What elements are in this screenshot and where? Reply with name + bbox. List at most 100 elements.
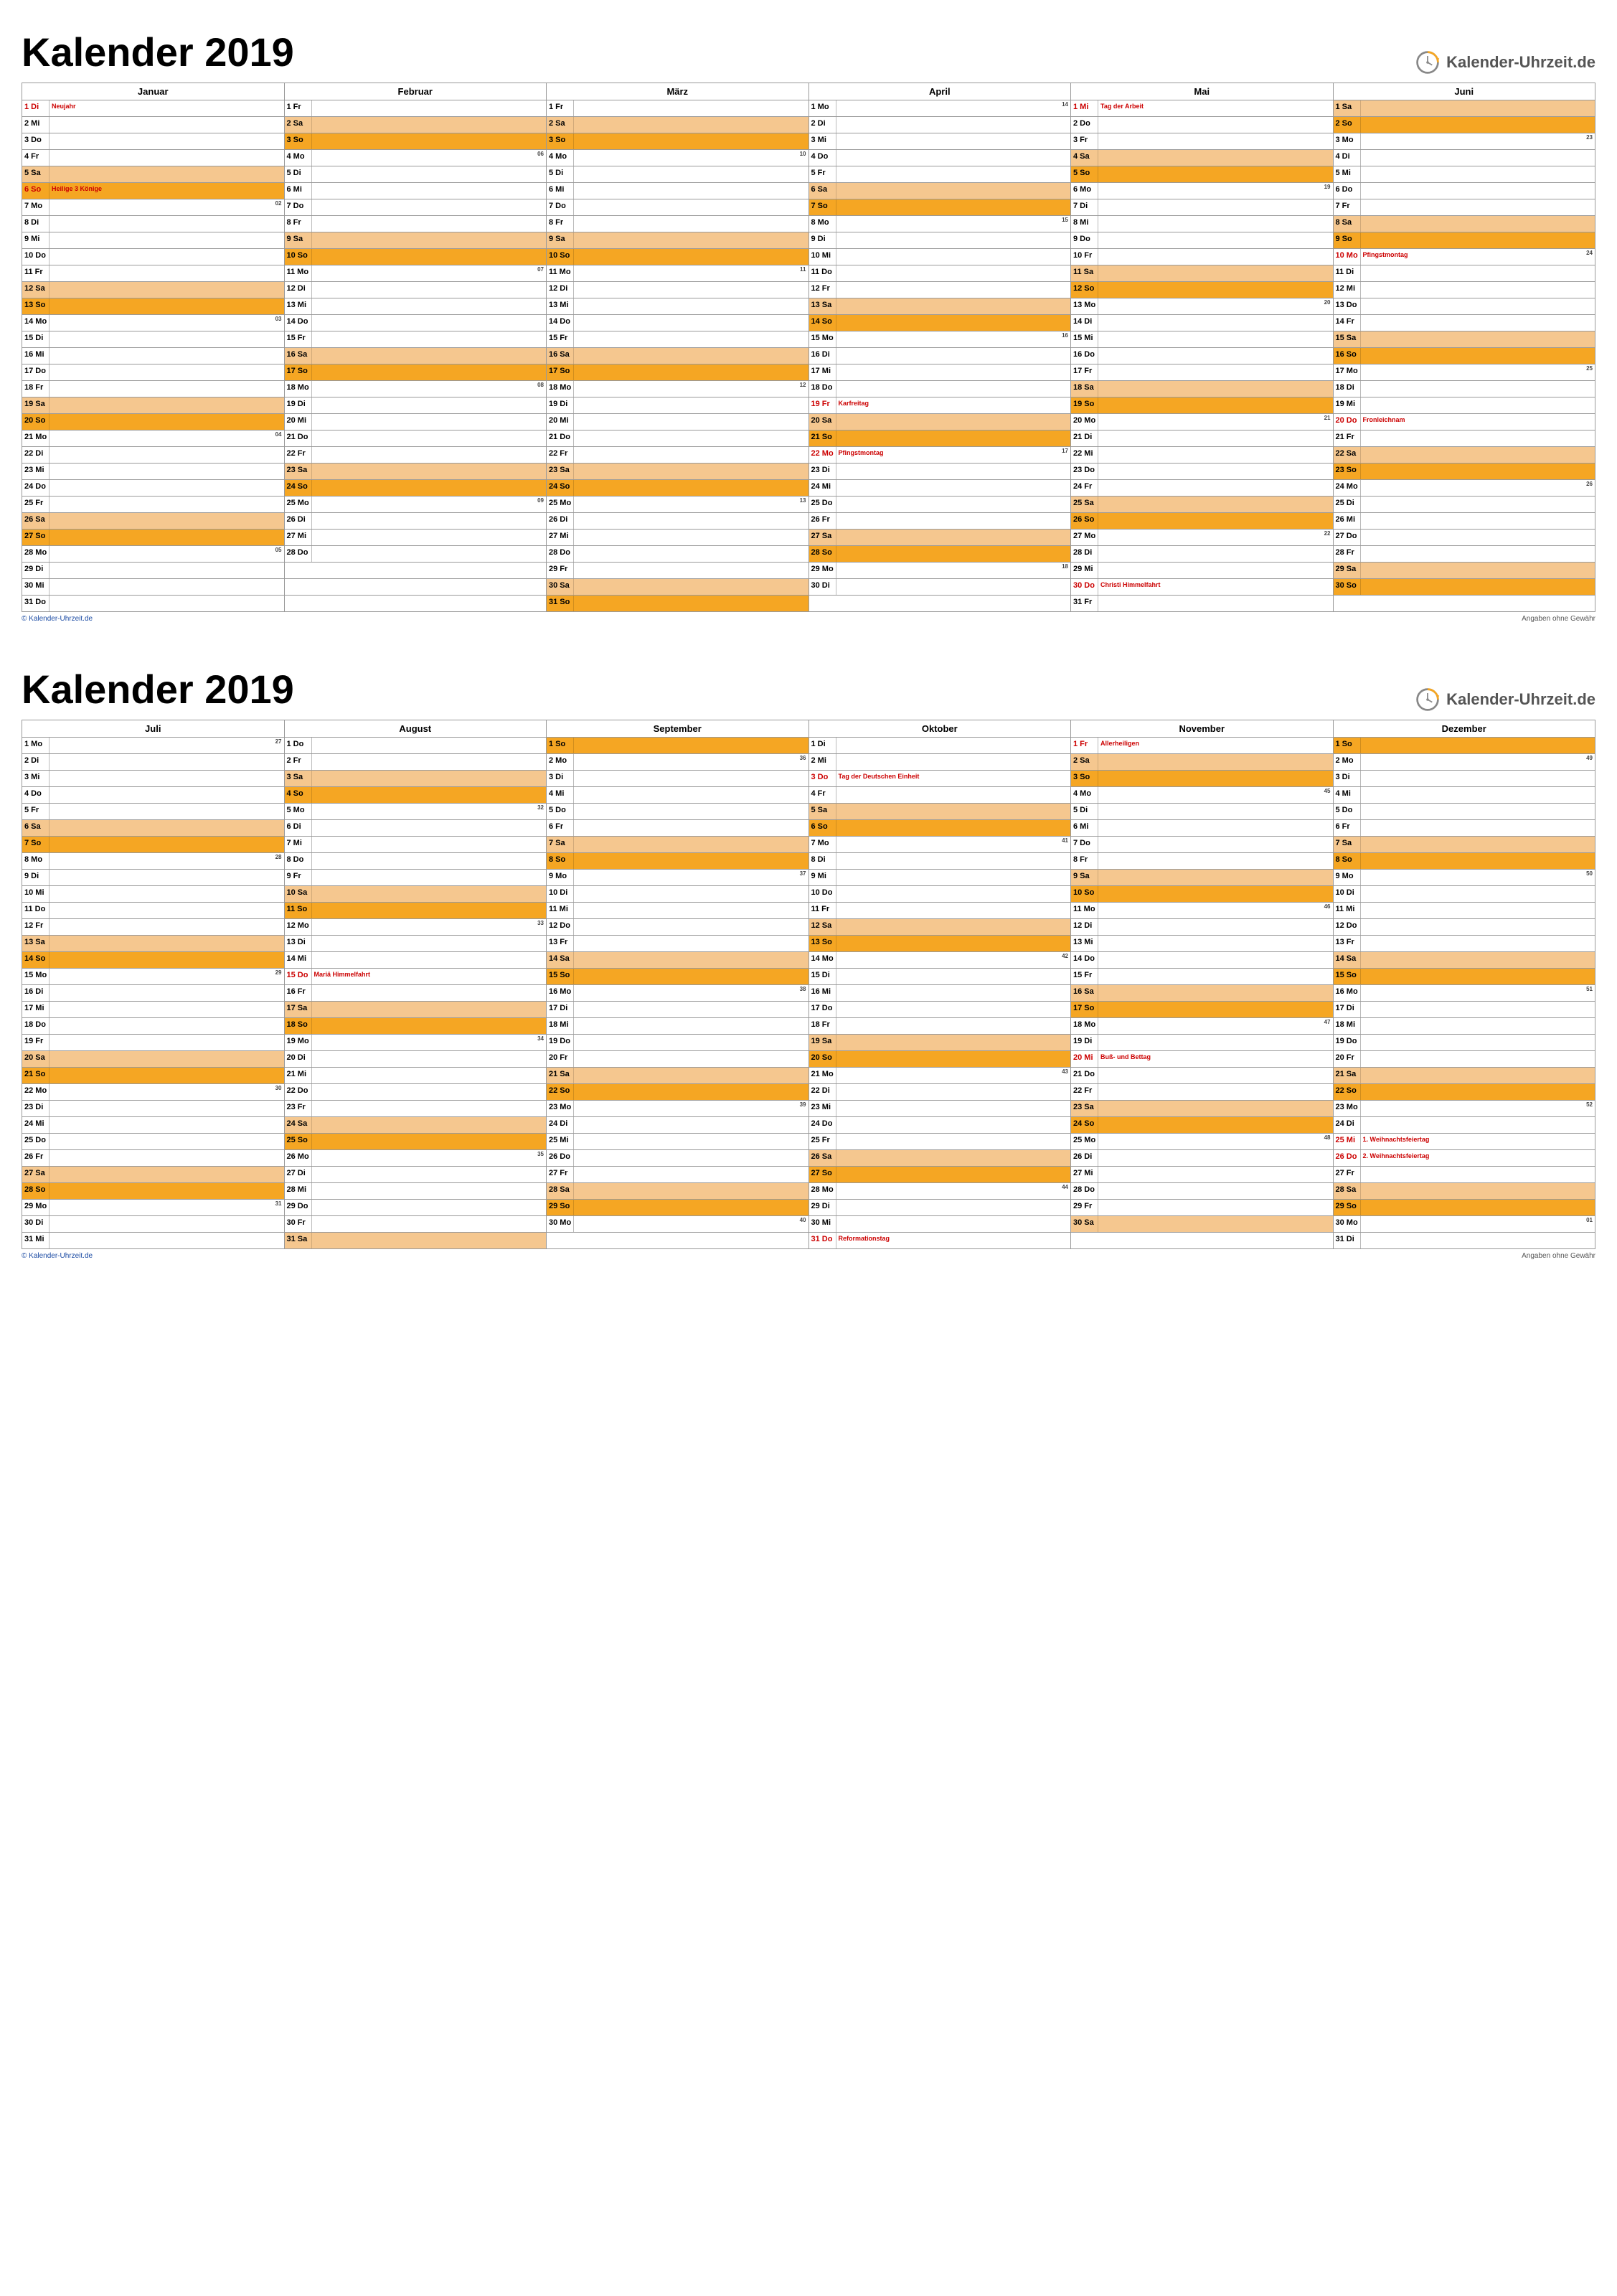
month-header: Februar <box>284 83 547 100</box>
day-note <box>1361 265 1595 281</box>
day-cell: 14 Fr <box>1333 315 1595 331</box>
day-cell: 26 So <box>1071 513 1334 530</box>
week-number: 46 <box>1324 903 1331 910</box>
day-note <box>50 150 284 166</box>
day-note <box>836 150 1071 166</box>
day-number: 18 Do <box>809 381 836 397</box>
day-number: 2 Sa <box>547 117 574 133</box>
day-note <box>312 232 547 248</box>
day-note: 09 <box>312 497 547 512</box>
day-note: 26 <box>1361 480 1595 496</box>
day-note <box>574 282 808 298</box>
day-cell: 26 Mi <box>1333 513 1595 530</box>
day-cell: 2 Di <box>22 754 285 771</box>
day-note <box>1098 447 1333 463</box>
day-number: 23 So <box>1334 464 1361 479</box>
day-cell: 28 Fr <box>1333 546 1595 563</box>
day-note <box>836 804 1071 819</box>
day-cell: 11 Mo46 <box>1071 903 1334 919</box>
day-number: 3 Mi <box>22 771 50 786</box>
day-number: 19 Do <box>1334 1035 1361 1050</box>
day-note <box>1098 513 1333 529</box>
day-number: 9 Sa <box>1071 870 1098 885</box>
day-cell: 30 Fr <box>284 1216 547 1233</box>
day-number: 17 Mo <box>1334 364 1361 380</box>
day-cell: 24 Fr <box>1071 480 1334 497</box>
day-note: 35 <box>312 1150 547 1166</box>
day-note <box>836 936 1071 951</box>
day-number: 24 Di <box>1334 1117 1361 1133</box>
day-note <box>836 546 1071 562</box>
day-cell: 7 Fr <box>1333 199 1595 216</box>
day-number: 12 Do <box>547 919 574 935</box>
day-cell: 21 Mo04 <box>22 430 285 447</box>
day-number: 28 Mi <box>285 1183 312 1199</box>
day-cell: 19 Fr <box>22 1035 285 1051</box>
day-number: 27 Mi <box>547 530 574 545</box>
week-number: 44 <box>1062 1184 1068 1190</box>
day-cell: 3 Di <box>1333 771 1595 787</box>
day-cell: 4 Di <box>1333 150 1595 166</box>
day-cell: 27 Sa <box>808 530 1071 546</box>
day-number: 22 Sa <box>1334 447 1361 463</box>
day-note <box>1098 166 1333 182</box>
day-number: 29 Sa <box>1334 563 1361 578</box>
day-note: 19 <box>1098 183 1333 199</box>
day-cell: 17 Fr <box>1071 364 1334 381</box>
day-cell: 25 Do <box>808 497 1071 513</box>
day-number: 30 Mi <box>809 1216 836 1232</box>
day-cell: 10 Di <box>1333 886 1595 903</box>
day-number: 1 Fr <box>285 100 312 116</box>
day-note <box>574 563 808 578</box>
day-number: 6 Fr <box>547 820 574 836</box>
day-number: 6 Mi <box>1071 820 1098 836</box>
day-note <box>836 530 1071 545</box>
day-note <box>1361 738 1595 753</box>
day-cell: 23 Sa <box>547 464 809 480</box>
day-number: 26 Do <box>547 1150 574 1166</box>
day-number: 17 Di <box>1334 1002 1361 1017</box>
day-cell: 26 Di <box>1071 1150 1334 1167</box>
day-cell: 11 Mo07 <box>284 265 547 282</box>
day-cell: 19 Sa <box>808 1035 1071 1051</box>
day-note <box>836 513 1071 529</box>
day-note <box>574 331 808 347</box>
day-note <box>1361 804 1595 819</box>
day-cell: 16 Mo38 <box>547 985 809 1002</box>
day-note <box>836 754 1071 770</box>
day-number: 2 Sa <box>1071 754 1098 770</box>
day-cell: 20 Sa <box>22 1051 285 1068</box>
day-note <box>50 530 284 545</box>
day-cell: 8 Fr <box>284 216 547 232</box>
day-number: 24 Fr <box>1071 480 1098 496</box>
day-cell: 16 Mo51 <box>1333 985 1595 1002</box>
day-note <box>574 771 808 786</box>
day-cell: 7 Mo02 <box>22 199 285 216</box>
day-number: 20 Sa <box>22 1051 50 1067</box>
day-cell: 18 Mi <box>1333 1018 1595 1035</box>
day-number: 16 Mo <box>547 985 574 1001</box>
day-note: 39 <box>574 1101 808 1116</box>
day-note <box>1098 596 1333 611</box>
day-number: 17 Di <box>547 1002 574 1017</box>
day-cell: 22 Di <box>808 1084 1071 1101</box>
day-cell: 20 Mi <box>547 414 809 430</box>
day-cell: 16 Sa <box>284 348 547 364</box>
day-cell: 29 Sa <box>1333 563 1595 579</box>
day-number: 4 Mi <box>1334 787 1361 803</box>
day-note <box>50 1051 284 1067</box>
day-cell: 26 Di <box>284 513 547 530</box>
day-note: 08 <box>312 381 547 397</box>
day-note <box>836 1002 1071 1017</box>
day-number: 28 Do <box>285 546 312 562</box>
day-number: 3 Mi <box>809 133 836 149</box>
day-number: 5 Sa <box>22 166 50 182</box>
week-number: 03 <box>275 316 282 322</box>
day-number: 25 Mo <box>547 497 574 512</box>
day-number: 28 Fr <box>1334 546 1361 562</box>
day-note <box>1361 216 1595 232</box>
day-note <box>312 364 547 380</box>
day-cell: 4 Mo10 <box>547 150 809 166</box>
day-cell: 17 So <box>1071 1002 1334 1018</box>
day-cell: 20 So <box>808 1051 1071 1068</box>
